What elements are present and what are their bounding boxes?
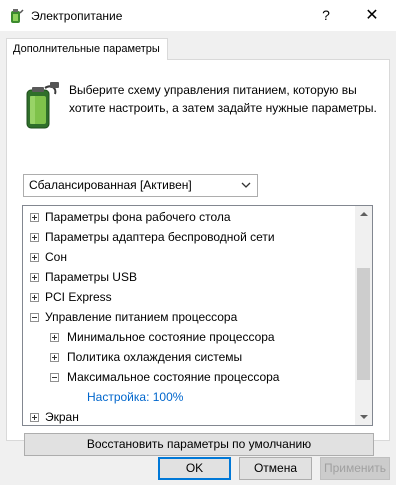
power-options-icon — [11, 9, 24, 23]
collapse-minus-icon[interactable] — [50, 373, 59, 382]
tree-item-label: PCI Express — [45, 290, 112, 304]
tree-item[interactable]: Политика охлаждения системы — [23, 347, 355, 367]
restore-defaults-button[interactable]: Восстановить параметры по умолчанию — [24, 433, 374, 456]
tab-advanced-settings[interactable]: Дополнительные параметры — [6, 38, 168, 60]
tree-item[interactable]: Сон — [23, 247, 355, 267]
title-bar: Электропитание ? ✕ — [0, 0, 396, 31]
tree-item-label: Максимальное состояние процессора — [67, 370, 280, 384]
tree-item-label: Параметры адаптера беспроводной сети — [45, 230, 275, 244]
window-title: Электропитание — [31, 9, 123, 23]
tree-item[interactable]: PCI Express — [23, 287, 355, 307]
expand-plus-icon[interactable] — [30, 213, 39, 222]
power-scheme-select[interactable]: Сбалансированная [Активен] — [23, 174, 258, 197]
tree-item[interactable]: Параметры адаптера беспроводной сети — [23, 227, 355, 247]
tree-item[interactable]: Максимальное состояние процессора — [23, 367, 355, 387]
cancel-button[interactable]: Отмена — [239, 457, 312, 480]
tree-item-label: Экран — [45, 410, 79, 424]
battery-plug-icon — [26, 82, 59, 129]
expand-plus-icon[interactable] — [30, 233, 39, 242]
tree-setting-value[interactable]: Настройка: 100% — [23, 387, 355, 407]
tree-item[interactable]: Параметры USB — [23, 267, 355, 287]
setting-value-link[interactable]: Настройка: 100% — [87, 387, 183, 407]
tab-page: Выберите схему управления питанием, кото… — [6, 59, 390, 456]
help-button[interactable]: ? — [312, 0, 340, 31]
scroll-thumb[interactable] — [357, 268, 370, 380]
expand-plus-icon[interactable] — [30, 253, 39, 262]
tree-item-label: Параметры фона рабочего стола — [45, 210, 231, 224]
scroll-down-arrow-icon[interactable] — [355, 408, 372, 425]
instruction-text: Выберите схему управления питанием, кото… — [69, 83, 377, 115]
scroll-up-arrow-icon[interactable] — [355, 206, 372, 223]
close-button[interactable]: ✕ — [354, 0, 390, 31]
expand-plus-icon[interactable] — [30, 293, 39, 302]
expand-plus-icon[interactable] — [30, 413, 39, 422]
expand-plus-icon[interactable] — [50, 333, 59, 342]
tree-item-label: Политика охлаждения системы — [67, 350, 243, 364]
ok-button[interactable]: OK — [158, 457, 231, 480]
tree-item[interactable]: Параметры фона рабочего стола — [23, 207, 355, 227]
settings-tree[interactable]: Параметры фона рабочего стола Параметры а… — [22, 205, 373, 426]
tree-item[interactable]: Минимальное состояние процессора — [23, 327, 355, 347]
tree-item-label: Минимальное состояние процессора — [67, 330, 275, 344]
apply-button[interactable]: Применить — [320, 457, 390, 480]
settings-tree-items: Параметры фона рабочего стола Параметры а… — [23, 206, 355, 425]
tree-scrollbar[interactable] — [355, 206, 372, 425]
tree-item-label: Сон — [45, 250, 67, 264]
dialog-client-area: Дополнительные параметры Выберите схему … — [0, 31, 396, 485]
chevron-down-icon — [241, 182, 251, 188]
power-scheme-selected: Сбалансированная [Активен] — [29, 178, 192, 192]
collapse-minus-icon[interactable] — [30, 313, 39, 322]
tree-item-label: Управление питанием процессора — [45, 310, 238, 324]
expand-plus-icon[interactable] — [30, 273, 39, 282]
tree-item-label: Параметры USB — [45, 270, 137, 284]
expand-plus-icon[interactable] — [50, 353, 59, 362]
tree-item[interactable]: Экран — [23, 407, 355, 425]
tree-item[interactable]: Управление питанием процессора — [23, 307, 355, 327]
